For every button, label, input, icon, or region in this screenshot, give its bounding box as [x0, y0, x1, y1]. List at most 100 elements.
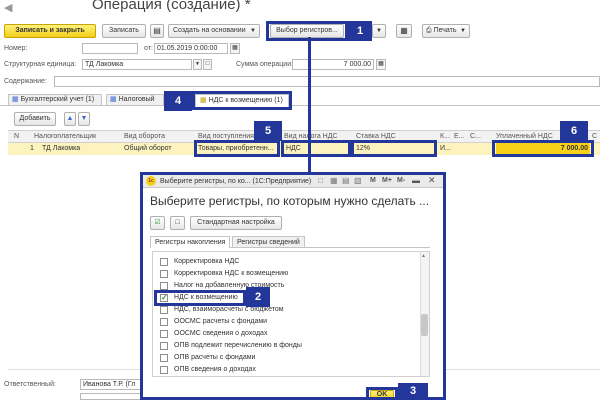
comment-field[interactable]: [80, 393, 144, 400]
highlight-ok-button: [366, 387, 398, 400]
col-s[interactable]: С...: [470, 131, 482, 142]
cell-n: 1: [30, 145, 34, 152]
highlight-select-registers: [266, 21, 348, 41]
date-field[interactable]: 01.05.2019 0:00:00: [154, 43, 228, 54]
move-up-icon[interactable]: ▲: [64, 112, 76, 126]
cell-k[interactable]: И...: [440, 143, 452, 155]
highlight-paid-vat-cell: [492, 140, 594, 157]
col-k[interactable]: К...: [440, 131, 450, 142]
scroll-up-icon[interactable]: ▲: [421, 253, 426, 259]
cell-turnover[interactable]: Общий оборот: [124, 143, 194, 155]
create-based-on-button[interactable]: Создать на основании ▼: [168, 24, 260, 38]
tab-tax[interactable]: ▦ Налоговый: [106, 94, 164, 106]
date-label: от:: [144, 45, 153, 52]
calendar-icon[interactable]: ▤: [342, 176, 350, 185]
page-title: Операция (создание) *: [92, 0, 251, 13]
checkbox[interactable]: [160, 318, 168, 326]
checkbox[interactable]: [160, 282, 168, 290]
checkbox[interactable]: [160, 330, 168, 338]
checkbox[interactable]: [160, 366, 168, 374]
col-n[interactable]: N: [14, 131, 24, 142]
dialog-title: Выберите регистры, по ко... (1С:Предприя…: [160, 178, 312, 185]
memory-m-button[interactable]: M: [370, 177, 376, 184]
checkbox[interactable]: [160, 258, 168, 266]
col-turnover[interactable]: Вид оборота: [124, 131, 194, 142]
chevron-down-icon[interactable]: ▼: [193, 59, 202, 70]
checkbox[interactable]: [160, 270, 168, 278]
list-item-label: ОПВ сведения о доходах: [174, 366, 256, 373]
window-header: ◀ Операция (создание) *: [0, 0, 600, 20]
dropdown-button[interactable]: ▼: [372, 24, 386, 38]
highlight-checked-register: [154, 290, 246, 306]
checkbox[interactable]: [160, 306, 168, 314]
checkbox[interactable]: [160, 354, 168, 362]
add-row-button[interactable]: Добавить: [14, 112, 56, 126]
tab-accounting-label: Бухгалтерский учет (1): [20, 96, 95, 103]
report-icon[interactable]: ▦: [396, 24, 412, 38]
tab-info-registers[interactable]: Регистры сведений: [232, 236, 305, 248]
sum-field[interactable]: 7 000.00: [292, 59, 374, 70]
unit-field[interactable]: ТД Лакомка: [82, 59, 192, 70]
open-icon[interactable]: □: [203, 59, 212, 70]
content-label: Содержание:: [4, 78, 47, 85]
highlight-rate-cell: [351, 140, 437, 157]
chevron-down-icon: ▼: [460, 28, 466, 34]
memory-mplus-button[interactable]: M+: [382, 177, 392, 184]
print-label: Печать: [433, 27, 457, 34]
memory-mminus-button[interactable]: M-: [397, 177, 405, 184]
standard-settings-button[interactable]: Стандартная настройка: [190, 216, 282, 230]
list-item-label: ОПВ подлежит перечислению в фонды: [174, 342, 302, 349]
callout-6: 6: [560, 121, 588, 141]
col-taxpayer[interactable]: Налогоплательщик: [34, 131, 120, 142]
create-based-on-label: Создать на основании: [173, 27, 246, 34]
tab-icon: ▦: [12, 96, 19, 103]
document-icon[interactable]: ▤: [150, 24, 164, 38]
sum-label: Сумма операции:: [236, 61, 294, 68]
responsible-field[interactable]: Иванова Т.Р. (Гл: [80, 379, 144, 390]
copy-icon[interactable]: □: [318, 176, 323, 185]
checkbox[interactable]: [160, 342, 168, 350]
back-arrow-icon[interactable]: ◀: [4, 1, 12, 14]
tab-accounting[interactable]: ▦ Бухгалтерский учет (1): [8, 94, 102, 106]
tab-accumulation-registers[interactable]: Регистры накопления: [150, 236, 231, 248]
tab-tax-label: Налоговый: [118, 96, 155, 103]
print-button[interactable]: ⎙ Печать ▼: [422, 24, 470, 38]
callout-5: 5: [254, 121, 282, 141]
save-and-close-button[interactable]: Записать и закрыть: [4, 24, 96, 38]
scroll-thumb[interactable]: [421, 314, 428, 336]
number-field[interactable]: [82, 43, 138, 54]
calculator-icon[interactable]: ▦: [376, 59, 386, 70]
printer-icon: ⎙: [426, 27, 432, 34]
cell-taxpayer[interactable]: ТД Лакомка: [42, 143, 122, 155]
app-logo-icon: 1с: [146, 176, 156, 186]
highlight-tax-kind-cell: [281, 140, 351, 157]
calc-icon[interactable]: ▧: [354, 176, 362, 185]
copy-list-icon[interactable]: □: [170, 216, 185, 230]
chevron-down-icon: ▼: [250, 28, 256, 34]
save-button[interactable]: Записать: [102, 24, 146, 38]
highlight-receipt-cell: [194, 140, 280, 157]
highlight-vat-refund-tab: [192, 91, 292, 110]
number-label: Номер:: [4, 45, 28, 52]
col-e[interactable]: Е...: [454, 131, 464, 142]
close-icon[interactable]: ✕: [428, 175, 436, 186]
content-field[interactable]: [54, 76, 600, 87]
list-item-label: ОПВ расчеты с фондами: [174, 354, 256, 361]
callout-3: 3: [398, 383, 428, 400]
responsible-label: Ответственный:: [4, 381, 56, 388]
list-item-label: Корректировка НДС: [174, 258, 240, 265]
dialog-heading: Выберите регистры, по которым нужно сдел…: [150, 194, 430, 208]
list-item-label: Корректировка НДС к возмещению: [174, 270, 289, 277]
callout-2: 2: [246, 287, 270, 307]
move-down-icon[interactable]: ▼: [78, 112, 90, 126]
unit-label: Структурная единица:: [4, 61, 77, 68]
calendar-icon[interactable]: ▦: [230, 43, 240, 54]
list-item-label: ООСМС расчеты с фондами: [174, 318, 268, 325]
callout-1: 1: [348, 21, 372, 41]
callout-4: 4: [164, 91, 192, 111]
tab-icon: ▦: [110, 96, 117, 103]
minimize-icon[interactable]: ▬: [412, 176, 420, 185]
select-all-icon[interactable]: ☑: [150, 216, 165, 230]
table-icon[interactable]: ▦: [330, 176, 338, 185]
list-item-label: ООСМС сведения о доходах: [174, 330, 268, 337]
